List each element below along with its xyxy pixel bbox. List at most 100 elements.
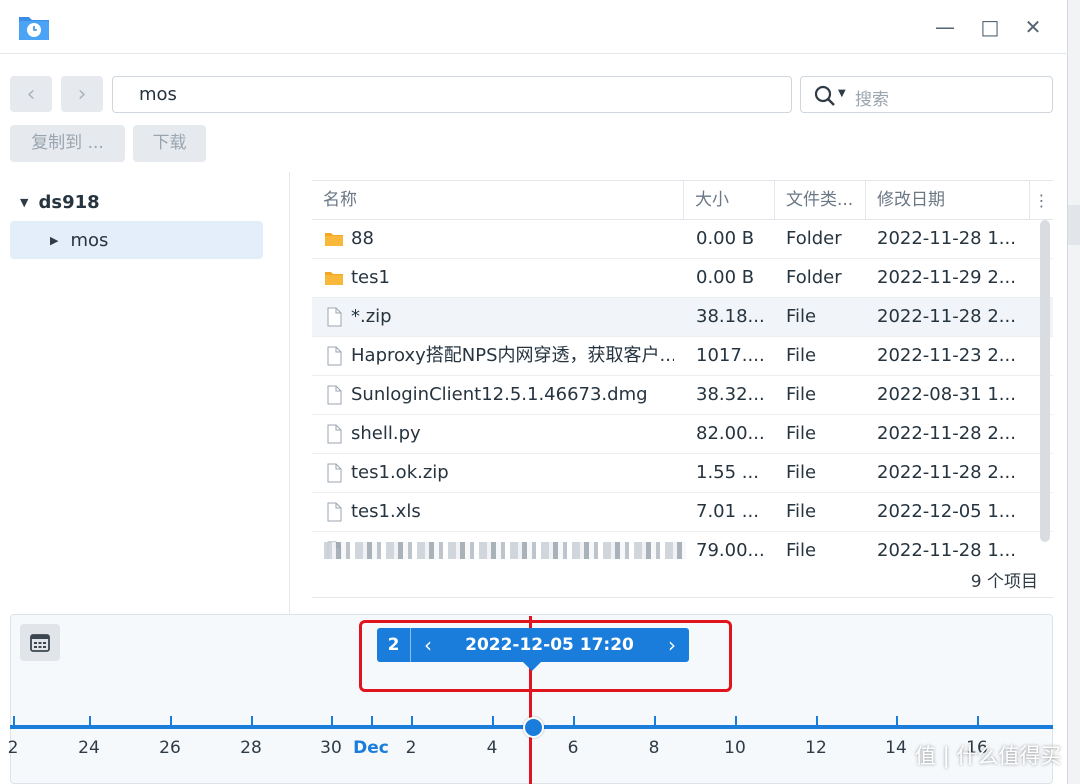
table-row[interactable]: shell.py 82.00... File 2022-11-28 2...	[312, 415, 1053, 454]
column-header-modified[interactable]: 修改日期	[866, 181, 1030, 219]
file-modified: 2022-12-05 1...	[877, 501, 1016, 522]
timeline-tick-label: 6	[567, 738, 579, 758]
timeline-tick	[170, 716, 172, 726]
copy-to-button[interactable]: 复制到 ...	[10, 125, 125, 162]
file-size: 38.18...	[696, 306, 765, 327]
item-count: 9 个项目	[970, 572, 1038, 592]
timeline-tick	[331, 716, 333, 726]
table-row[interactable]: tes1.xls 7.01 ... File 2022-12-05 1...	[312, 493, 1053, 532]
table-scrollbar[interactable]	[1040, 220, 1050, 542]
calendar-icon	[30, 633, 50, 652]
file-name: tes1.xls	[351, 501, 421, 522]
file-size: 82.00...	[696, 423, 765, 444]
file-type: File	[786, 384, 817, 405]
timeline-handle[interactable]	[523, 717, 544, 738]
file-size: 0.00 B	[696, 228, 755, 249]
file-type: File	[786, 423, 817, 444]
table-row[interactable]: 88 0.00 B Folder 2022-11-28 1...	[312, 220, 1053, 259]
file-modified: 2022-11-28 1...	[877, 228, 1016, 249]
file-modified: 2022-11-28 2...	[877, 306, 1016, 327]
column-menu-icon[interactable]: ⋮	[1030, 181, 1053, 219]
file-table: 名称 大小 文件类... 修改日期 ⋮ 88 0.00 B Folder 2022-1…	[312, 180, 1053, 559]
file-modified: 2022-11-23 2...	[877, 345, 1016, 366]
column-header-type[interactable]: 文件类...	[775, 181, 866, 219]
timeline-tick-label: Dec	[353, 738, 389, 758]
watermark-text: 值 | 什么值得买	[915, 744, 1062, 768]
file-type: File	[786, 501, 817, 522]
timeline-tick-label: 12	[805, 738, 827, 758]
table-bottom-divider	[312, 597, 1053, 598]
table-row[interactable]: tes1.ok.zip 1.55 ... File 2022-11-28 2...	[312, 454, 1053, 493]
expand-right-icon[interactable]: ▶	[50, 234, 58, 247]
table-row[interactable]: tes1 0.00 B Folder 2022-11-29 2...	[312, 259, 1053, 298]
file-type: Folder	[786, 267, 842, 288]
file-name: tes1.ok.zip	[351, 462, 449, 483]
timeline-tick-label: 30	[320, 738, 342, 758]
maximize-button[interactable]: □	[977, 14, 1003, 40]
back-button[interactable]: ‹	[10, 76, 52, 112]
timeline-tick	[654, 716, 656, 726]
tree-root-ds918[interactable]: ▼ ds918	[20, 190, 100, 214]
timeline-tick	[573, 716, 575, 726]
file-size: 7.01 ...	[696, 501, 759, 522]
blurred-file-name	[324, 542, 686, 559]
table-header: 名称 大小 文件类... 修改日期 ⋮	[312, 180, 1053, 220]
timeline-tick	[977, 716, 979, 726]
calendar-button[interactable]	[20, 624, 60, 661]
expand-down-icon[interactable]: ▼	[20, 196, 28, 209]
timeline-tick	[896, 716, 898, 726]
timeline-tick-label: 10	[724, 738, 746, 758]
title-bar: — □ ✕	[0, 0, 1068, 54]
timeline-tick-label: 14	[885, 738, 907, 758]
forward-button[interactable]: ›	[61, 76, 103, 112]
timeline-tick-label: 4	[486, 738, 498, 758]
tree-item-mos[interactable]: ▶ mos	[10, 221, 263, 259]
timeline-tick-label: 2	[7, 738, 19, 758]
timeline-tick	[13, 716, 15, 726]
file-station-window: — □ ✕ ‹ › mos ▼ 搜索 复制到 ... 下载 ▼ ds918 ▶ …	[0, 0, 1068, 784]
file-modified: 2022-11-28 1...	[877, 540, 1016, 559]
timeline-tick-label: 8	[648, 738, 660, 758]
download-button[interactable]: 下载	[133, 125, 206, 162]
file-name: Haproxy搭配NPS内网穿透，获取客户...	[351, 345, 674, 366]
file-name: shell.py	[351, 423, 421, 444]
file-name: tes1	[351, 267, 390, 288]
timeline-tick	[816, 716, 818, 726]
chevron-right-icon: ›	[77, 81, 87, 107]
file-station-clock-icon	[19, 17, 49, 40]
timeline-tick-label: 26	[159, 738, 181, 758]
file-type: File	[786, 540, 817, 559]
path-input[interactable]: mos	[112, 76, 792, 113]
table-row[interactable]: Haproxy搭配NPS内网穿透，获取客户... 1017.... File 2022…	[312, 337, 1053, 376]
search-placeholder: 搜索	[855, 90, 889, 110]
search-dropdown-caret-icon[interactable]: ▼	[838, 88, 846, 99]
pane-divider[interactable]	[289, 172, 290, 614]
tree-item-label: mos	[70, 229, 109, 251]
file-modified: 2022-11-29 2...	[877, 267, 1016, 288]
column-header-name[interactable]: 名称	[312, 181, 684, 219]
table-row[interactable]: 79.00... File 2022-11-28 1...	[312, 532, 1053, 559]
chevron-left-icon: ‹	[26, 81, 36, 107]
minimize-button[interactable]: —	[932, 14, 958, 40]
close-button[interactable]: ✕	[1020, 14, 1046, 40]
timeline-tick	[371, 716, 373, 726]
file-type: File	[786, 345, 817, 366]
file-size: 1.55 ...	[696, 462, 759, 483]
timeline-tick-label: 28	[240, 738, 262, 758]
background-window-edge	[1068, 0, 1080, 784]
timeline-tick	[89, 716, 91, 726]
timeline-tick	[492, 716, 494, 726]
timeline-tick	[251, 716, 253, 726]
table-row[interactable]: *.zip 38.18... File 2022-11-28 2...	[312, 298, 1053, 337]
search-icon	[814, 85, 835, 106]
file-name: *.zip	[351, 306, 392, 327]
file-type: File	[786, 306, 817, 327]
file-size: 38.32...	[696, 384, 765, 405]
table-body: 88 0.00 B Folder 2022-11-28 1... tes1 0.00 B F…	[312, 220, 1053, 559]
column-header-size[interactable]: 大小	[684, 181, 775, 219]
file-modified: 2022-11-28 2...	[877, 423, 1016, 444]
file-size: 1017....	[696, 345, 765, 366]
file-modified: 2022-11-28 2...	[877, 462, 1016, 483]
search-field[interactable]: ▼ 搜索	[800, 76, 1053, 113]
table-row[interactable]: SunloginClient12.5.1.46673.dmg 38.32... Fi…	[312, 376, 1053, 415]
